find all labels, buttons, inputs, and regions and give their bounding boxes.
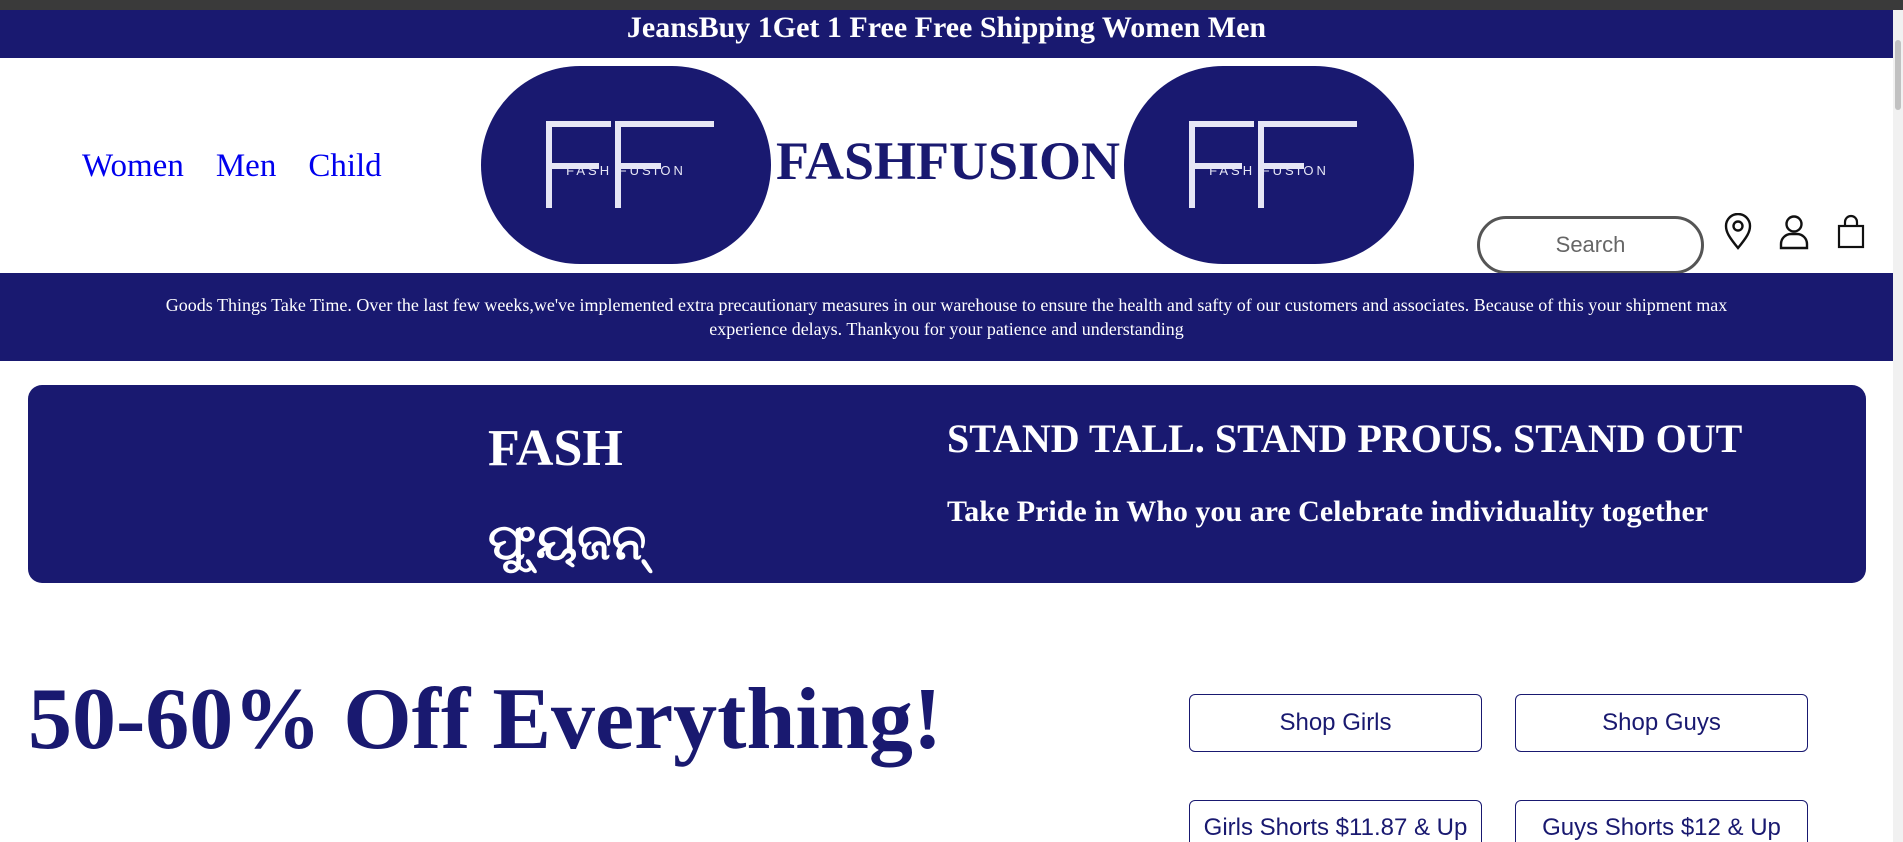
shipping-notice: Goods Things Take Time. Over the last fe… — [0, 273, 1893, 361]
page-scrollbar[interactable] — [1893, 10, 1903, 842]
notice-text: Goods Things Take Time. Over the last fe… — [165, 295, 1728, 339]
user-icon[interactable] — [1777, 213, 1811, 251]
location-pin-icon[interactable] — [1721, 212, 1755, 251]
shop-girls-button[interactable]: Shop Girls — [1189, 694, 1482, 752]
logo-text: FASH FUSION — [1209, 163, 1329, 178]
shop-guys-button[interactable]: Shop Guys — [1515, 694, 1808, 752]
hero-subline: Take Pride in Who you are Celebrate indi… — [947, 495, 1709, 528]
logo-text: FASH FUSION — [566, 163, 686, 178]
girls-shorts-button[interactable]: Girls Shorts $11.87 & Up — [1189, 800, 1482, 842]
promo-bar: JeansBuy 1Get 1 Free Free Shipping Women… — [0, 10, 1893, 58]
search-box[interactable] — [1477, 216, 1704, 274]
brand-title[interactable]: FASHFUSION — [776, 130, 1120, 192]
nav-link-men[interactable]: Men — [216, 148, 277, 185]
guys-shorts-button[interactable]: Guys Shorts $12 & Up — [1515, 800, 1808, 842]
site-header: Women Men Child FASH FUSION FASHFUSION F… — [0, 58, 1893, 274]
sale-title: 50-60% Off Everything! — [28, 671, 943, 768]
shopping-bag-icon[interactable] — [1834, 213, 1868, 251]
main-nav: Women Men Child — [82, 148, 382, 185]
search-input[interactable] — [1500, 232, 1681, 258]
scrollbar-thumb[interactable] — [1895, 40, 1901, 110]
hero-headline: STAND TALL. STAND PROUS. STAND OUT — [947, 416, 1743, 461]
nav-link-women[interactable]: Women — [82, 148, 184, 185]
logo-badge-left[interactable]: FASH FUSION — [481, 66, 771, 264]
hero-script-text: ଫ୍ୟୁଜନ୍ — [488, 513, 647, 571]
nav-link-child[interactable]: Child — [308, 148, 381, 185]
browser-top-strip — [0, 0, 1903, 10]
logo-badge-right[interactable]: FASH FUSION — [1124, 66, 1414, 264]
promo-text: JeansBuy 1Get 1 Free Free Shipping Women… — [626, 11, 1267, 44]
hero-fash-text: FASH — [488, 420, 623, 477]
hero-banner: FASH ଫ୍ୟୁଜନ୍ STAND TALL. STAND PROUS. ST… — [28, 385, 1866, 583]
